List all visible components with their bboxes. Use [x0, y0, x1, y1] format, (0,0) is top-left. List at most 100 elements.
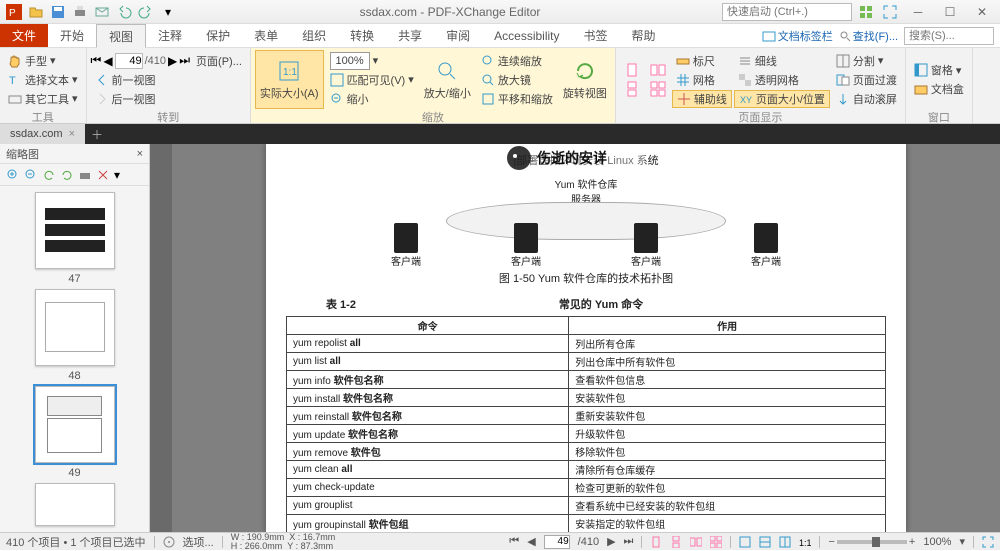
search-input[interactable]	[904, 27, 994, 45]
thumbs-list[interactable]: 47 48 49	[0, 186, 149, 532]
tab-bookmark[interactable]: 书签	[572, 24, 620, 47]
tab-review[interactable]: 审阅	[434, 24, 482, 47]
transition-button[interactable]: 页面过渡	[832, 71, 901, 89]
sb-first-icon[interactable]: ⏮	[509, 535, 519, 548]
new-tab-icon[interactable]: ＋	[85, 126, 109, 143]
first-page-icon[interactable]: ⏮	[91, 53, 102, 68]
cont-zoom-button[interactable]: 连续缩放	[477, 52, 557, 70]
tab-annot[interactable]: 注释	[146, 24, 194, 47]
prev-page-icon[interactable]: ◀	[103, 54, 112, 68]
close-tab-icon[interactable]: ×	[69, 128, 75, 140]
undo-icon[interactable]	[114, 2, 134, 22]
sb-layout4-icon[interactable]	[710, 536, 722, 548]
options-button[interactable]: 选项...	[183, 534, 214, 550]
transgrid-button[interactable]: 透明网格	[734, 71, 830, 89]
th-rotate-r-icon[interactable]	[60, 168, 74, 182]
filebox-button[interactable]: 文档盒	[910, 80, 968, 98]
close-button[interactable]: ✕	[968, 2, 996, 22]
tab-help[interactable]: 帮助	[620, 24, 668, 47]
zoom-level-button[interactable]: 100% ▾	[326, 52, 418, 70]
ui-mode-icon[interactable]	[856, 2, 876, 22]
thumbs-close-icon[interactable]: ×	[137, 148, 143, 160]
sb-fit4-icon[interactable]: 1:1	[799, 536, 811, 548]
maximize-button[interactable]: ☐	[936, 2, 964, 22]
page-input[interactable]	[115, 53, 143, 69]
open-icon[interactable]	[26, 2, 46, 22]
sb-fit3-icon[interactable]	[779, 536, 791, 548]
th-more-icon[interactable]: ▾	[114, 168, 120, 182]
fit-visible-button[interactable]: 匹配可见(V) ▾	[326, 71, 418, 89]
redo-icon[interactable]	[136, 2, 156, 22]
magnifier-button[interactable]: 放大镜	[477, 71, 557, 89]
sb-last-icon[interactable]: ⏭	[624, 535, 634, 548]
other-tools-button[interactable]: 其它工具 ▾	[4, 90, 82, 108]
zoom-thumb[interactable]	[872, 537, 880, 547]
find-button[interactable]: 查找(F)...	[839, 28, 898, 44]
tab-form[interactable]: 表单	[242, 24, 290, 47]
zoom-slider[interactable]: − +	[828, 536, 915, 548]
zoom-out-button[interactable]: 缩小	[326, 90, 418, 108]
pane-button[interactable]: 窗格 ▾	[910, 61, 968, 79]
thumb-47[interactable]	[35, 192, 115, 269]
tab-protect[interactable]: 保护	[194, 24, 242, 47]
fullscreen-icon[interactable]	[880, 2, 900, 22]
th-zoom-in-icon[interactable]	[6, 168, 20, 182]
th-rotate-l-icon[interactable]	[42, 168, 56, 182]
docops-button[interactable]: 文档标签栏	[762, 28, 833, 44]
options-icon[interactable]	[163, 536, 175, 548]
page-goto-button[interactable]: 页面(P)...	[192, 52, 246, 70]
split-button[interactable]: 分割 ▾	[832, 52, 901, 70]
guide-button[interactable]: 辅助线	[672, 90, 732, 108]
sb-layout2-icon[interactable]	[670, 536, 682, 548]
tab-share[interactable]: 共享	[386, 24, 434, 47]
minimize-button[interactable]: ─	[904, 2, 932, 22]
thumb-50[interactable]	[35, 483, 115, 526]
pagesize-button[interactable]: XY页面大小/位置	[734, 90, 830, 108]
tab-start[interactable]: 开始	[48, 24, 96, 47]
zoom-minus-icon[interactable]: −	[828, 536, 834, 548]
two-continuous-icon[interactable]	[646, 80, 670, 98]
print-icon[interactable]	[70, 2, 90, 22]
sb-layout1-icon[interactable]	[650, 536, 662, 548]
sb-fit1-icon[interactable]	[739, 536, 751, 548]
zoom-io-button[interactable]: 放大/缩小	[420, 50, 475, 109]
sb-layout3-icon[interactable]	[690, 536, 702, 548]
autoscroll-button[interactable]: 自动滚屏	[832, 90, 901, 108]
page-scroll[interactable]: 伤逝的安详 |部署虚拟环境安装 Linux 系统 Yum 软件仓库 服务器 客户…	[172, 144, 1000, 532]
sb-prev-icon[interactable]: ◀	[527, 535, 535, 548]
select-text-button[interactable]: T选择文本 ▾	[4, 71, 82, 89]
zoom-plus-icon[interactable]: +	[909, 536, 915, 548]
two-page-icon[interactable]	[646, 61, 670, 79]
pan-zoom-button[interactable]: 平移和缩放	[477, 90, 557, 108]
actual-size-button[interactable]: 1:1实际大小(A)	[255, 50, 324, 109]
sb-next-icon[interactable]: ▶	[607, 535, 615, 548]
th-delete-icon[interactable]	[96, 168, 110, 182]
rotate-view-button[interactable]: 旋转视图	[559, 50, 611, 109]
tab-file[interactable]: 文件	[0, 24, 48, 47]
sb-fullscreen-icon[interactable]	[982, 536, 994, 548]
tab-organize[interactable]: 组织	[290, 24, 338, 47]
grid-button[interactable]: 网格	[672, 71, 732, 89]
ruler-button[interactable]: 标尺	[672, 52, 732, 70]
last-page-icon[interactable]: ⏭	[179, 53, 190, 68]
quick-launch-input[interactable]	[722, 3, 852, 21]
mail-icon[interactable]	[92, 2, 112, 22]
side-tabs[interactable]	[150, 144, 172, 532]
next-view-button[interactable]: 后一视图	[91, 90, 246, 108]
app-icon[interactable]: P	[4, 2, 24, 22]
hand-tool-button[interactable]: 手型 ▾	[4, 52, 82, 70]
th-print-icon[interactable]	[78, 168, 92, 182]
tab-view[interactable]: 视图	[96, 24, 146, 48]
doc-tab[interactable]: ssdax.com×	[0, 124, 85, 144]
sb-page-input[interactable]	[544, 535, 570, 549]
continuous-page-icon[interactable]	[620, 80, 644, 98]
sb-fit2-icon[interactable]	[759, 536, 771, 548]
prev-view-button[interactable]: 前一视图	[91, 71, 246, 89]
next-page-icon[interactable]: ▶	[168, 54, 177, 68]
single-page-icon[interactable]	[620, 61, 644, 79]
thumb-49[interactable]	[35, 386, 115, 463]
thinline-button[interactable]: 细线	[734, 52, 830, 70]
th-zoom-out-icon[interactable]	[24, 168, 38, 182]
thumb-48[interactable]	[35, 289, 115, 366]
save-icon[interactable]	[48, 2, 68, 22]
